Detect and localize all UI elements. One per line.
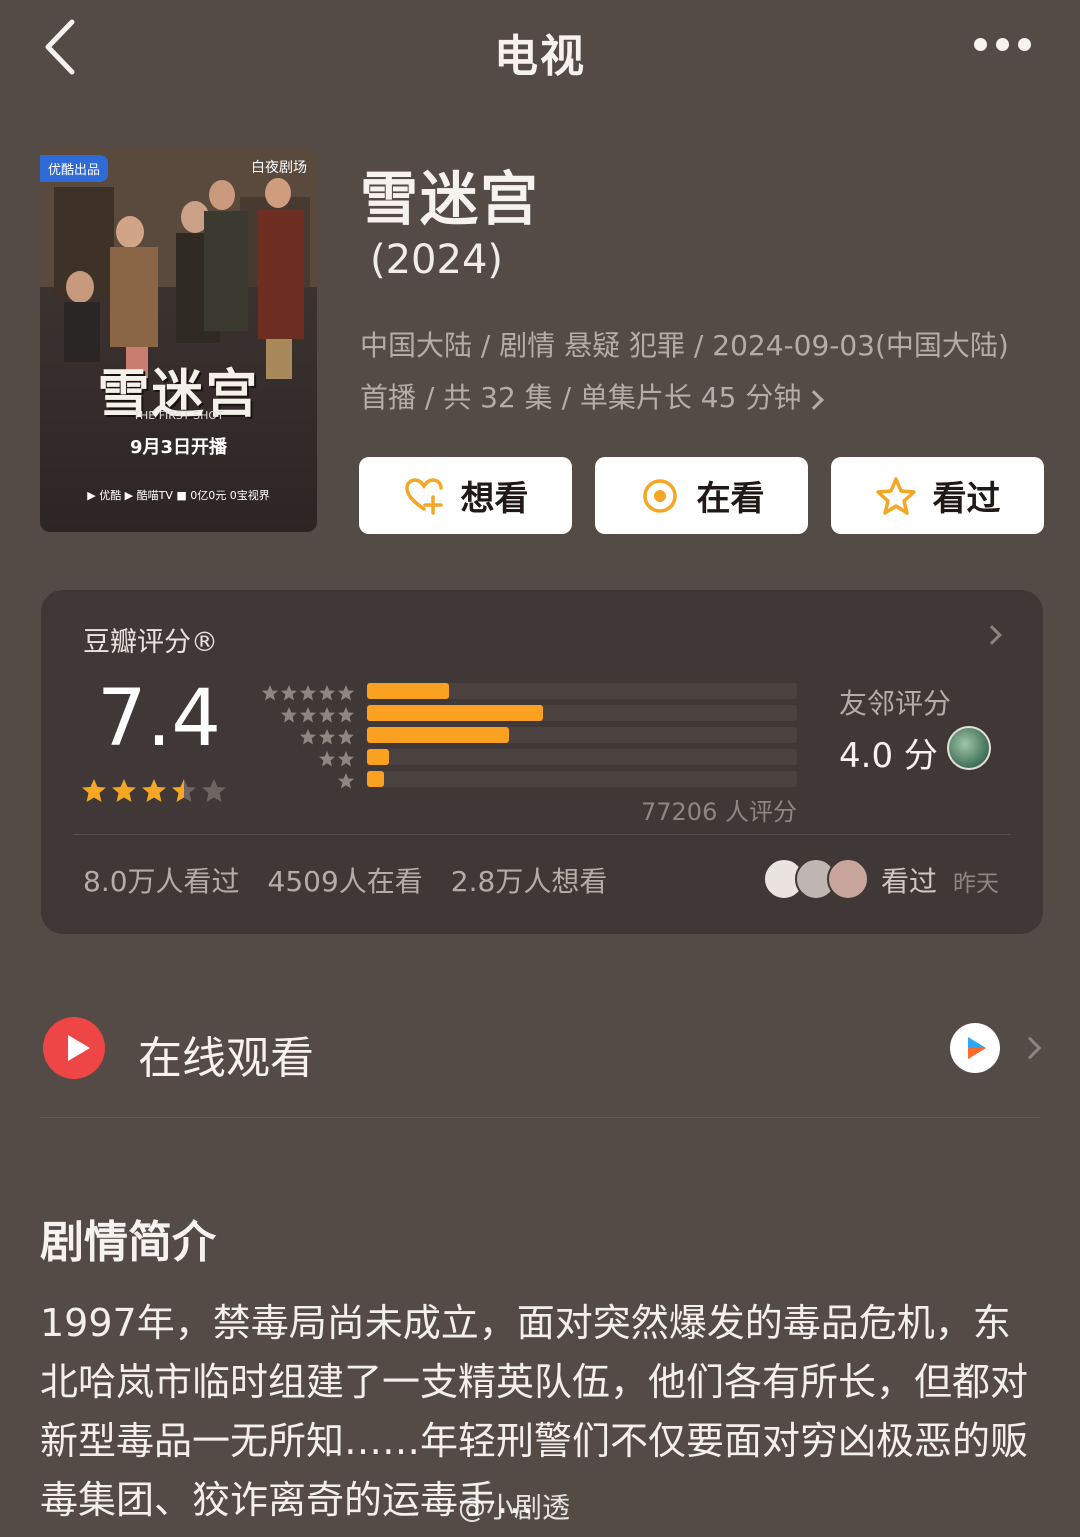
youku-icon[interactable] [950, 1023, 1000, 1073]
heart-plus-icon [404, 477, 443, 515]
star-icon [338, 707, 354, 723]
star-icon [262, 685, 278, 701]
show-meta[interactable]: 中国大陆 / 剧情 悬疑 犯罪 / 2024-09-03(中国大陆) 首播 / … [360, 320, 1040, 424]
star-icon [172, 779, 196, 802]
star-icon [338, 751, 354, 767]
star-icon [281, 685, 297, 701]
star-icon [202, 779, 226, 802]
star-level-labels [255, 682, 355, 792]
rating-bar-3-star [367, 727, 509, 743]
seen-label: 看过 [881, 865, 938, 898]
page-title: 电视 [494, 31, 586, 82]
star-level-4 [255, 704, 355, 726]
synopsis-title: 剧情简介 [40, 1217, 216, 1268]
watch-online-label[interactable]: 在线观看 [138, 1022, 314, 1086]
show-title: 雪迷宫 [360, 165, 541, 233]
star-icon [319, 751, 335, 767]
friend-avatars[interactable] [763, 858, 873, 900]
star-icon [319, 729, 335, 745]
poster-subtitle: THE FIRST SHOT [133, 409, 224, 422]
rating-bar-1-star [367, 771, 385, 787]
stat-watching: 4509人在看 [267, 865, 423, 898]
star-level-1 [255, 770, 355, 792]
play-icon[interactable] [43, 1017, 105, 1079]
star-icon [82, 779, 106, 802]
star-icon [319, 707, 335, 723]
star-icon [300, 685, 316, 701]
rating-score: 7.4 [97, 674, 222, 764]
star-icon [338, 729, 354, 745]
rating-label: 豆瓣评分® [83, 627, 218, 658]
more-dots-icon[interactable] [970, 36, 1034, 56]
seen-time: 昨天 [953, 871, 999, 897]
star-icon [300, 707, 316, 723]
poster-illustration [40, 147, 317, 387]
star-icon [112, 779, 136, 802]
poster-badge: 优酷出品 [40, 155, 109, 182]
watched-label: 看过 [932, 479, 1001, 519]
star-level-3 [255, 726, 355, 748]
rating-bar-track [367, 705, 797, 721]
watch-stats: 8.0万人看过 4509人在看 2.8万人想看 [83, 860, 607, 900]
show-year: (2024) [370, 237, 504, 283]
watermark: @小剧透 [458, 1491, 571, 1524]
poster-date: 9月3日开播 [129, 437, 228, 458]
watching-button[interactable]: 在看 [595, 457, 808, 534]
star-icon [142, 779, 166, 802]
star-icon [338, 685, 354, 701]
friend-avatar[interactable] [947, 726, 991, 770]
star-icon [319, 685, 335, 701]
star-icon [300, 729, 316, 745]
avatar [827, 858, 869, 900]
want-to-watch-button[interactable]: 想看 [359, 457, 572, 534]
poster-image[interactable]: 优酷出品 白夜剧场 雪迷宫 THE FIRST SHOT 9月3日开播 ▶ 优酷… [40, 147, 317, 532]
rating-count: 77206 人评分 [641, 798, 797, 826]
rating-bar-track [367, 727, 797, 743]
want-to-watch-label: 想看 [460, 479, 529, 519]
chevron-right-icon [804, 390, 825, 410]
chevron-right-icon[interactable] [982, 625, 1002, 645]
star-level-5 [255, 682, 355, 704]
rating-bar-track [367, 771, 797, 787]
rating-distribution [367, 683, 797, 793]
rating-bar-2-star [367, 749, 389, 765]
divider [73, 834, 1011, 835]
friend-rating-score: 4.0 分 [839, 736, 938, 776]
divider [40, 1117, 1040, 1118]
poster-platforms: ▶ 优酷 ▶ 酷喵TV ■ 0亿0元 0宝视界 [87, 489, 270, 502]
rating-stars [81, 778, 227, 804]
stat-want: 2.8万人想看 [450, 865, 608, 898]
chevron-right-icon[interactable] [1018, 1036, 1042, 1060]
stat-watched: 8.0万人看过 [83, 865, 240, 898]
star-level-2 [255, 748, 355, 770]
star-icon [281, 707, 297, 723]
rating-bar-5-star [367, 683, 449, 699]
poster-brand: 白夜剧场 [251, 160, 307, 176]
rating-bar-4-star [367, 705, 544, 721]
friend-rating-label: 友邻评分 [839, 687, 952, 720]
target-icon [642, 478, 677, 513]
rating-bar-track [367, 749, 797, 765]
watched-button[interactable]: 看过 [831, 457, 1044, 534]
star-outline-icon [875, 476, 916, 515]
rating-bar-track [367, 683, 797, 699]
watching-label: 在看 [696, 479, 765, 519]
show-meta-text: 中国大陆 / 剧情 悬疑 犯罪 / 2024-09-03(中国大陆) 首播 / … [360, 329, 1009, 414]
rating-card[interactable]: 豆瓣评分® 7.4 77206 人评分 友邻评分 4.0 分 8.0万人看过 4… [41, 590, 1043, 934]
star-icon [338, 773, 354, 789]
